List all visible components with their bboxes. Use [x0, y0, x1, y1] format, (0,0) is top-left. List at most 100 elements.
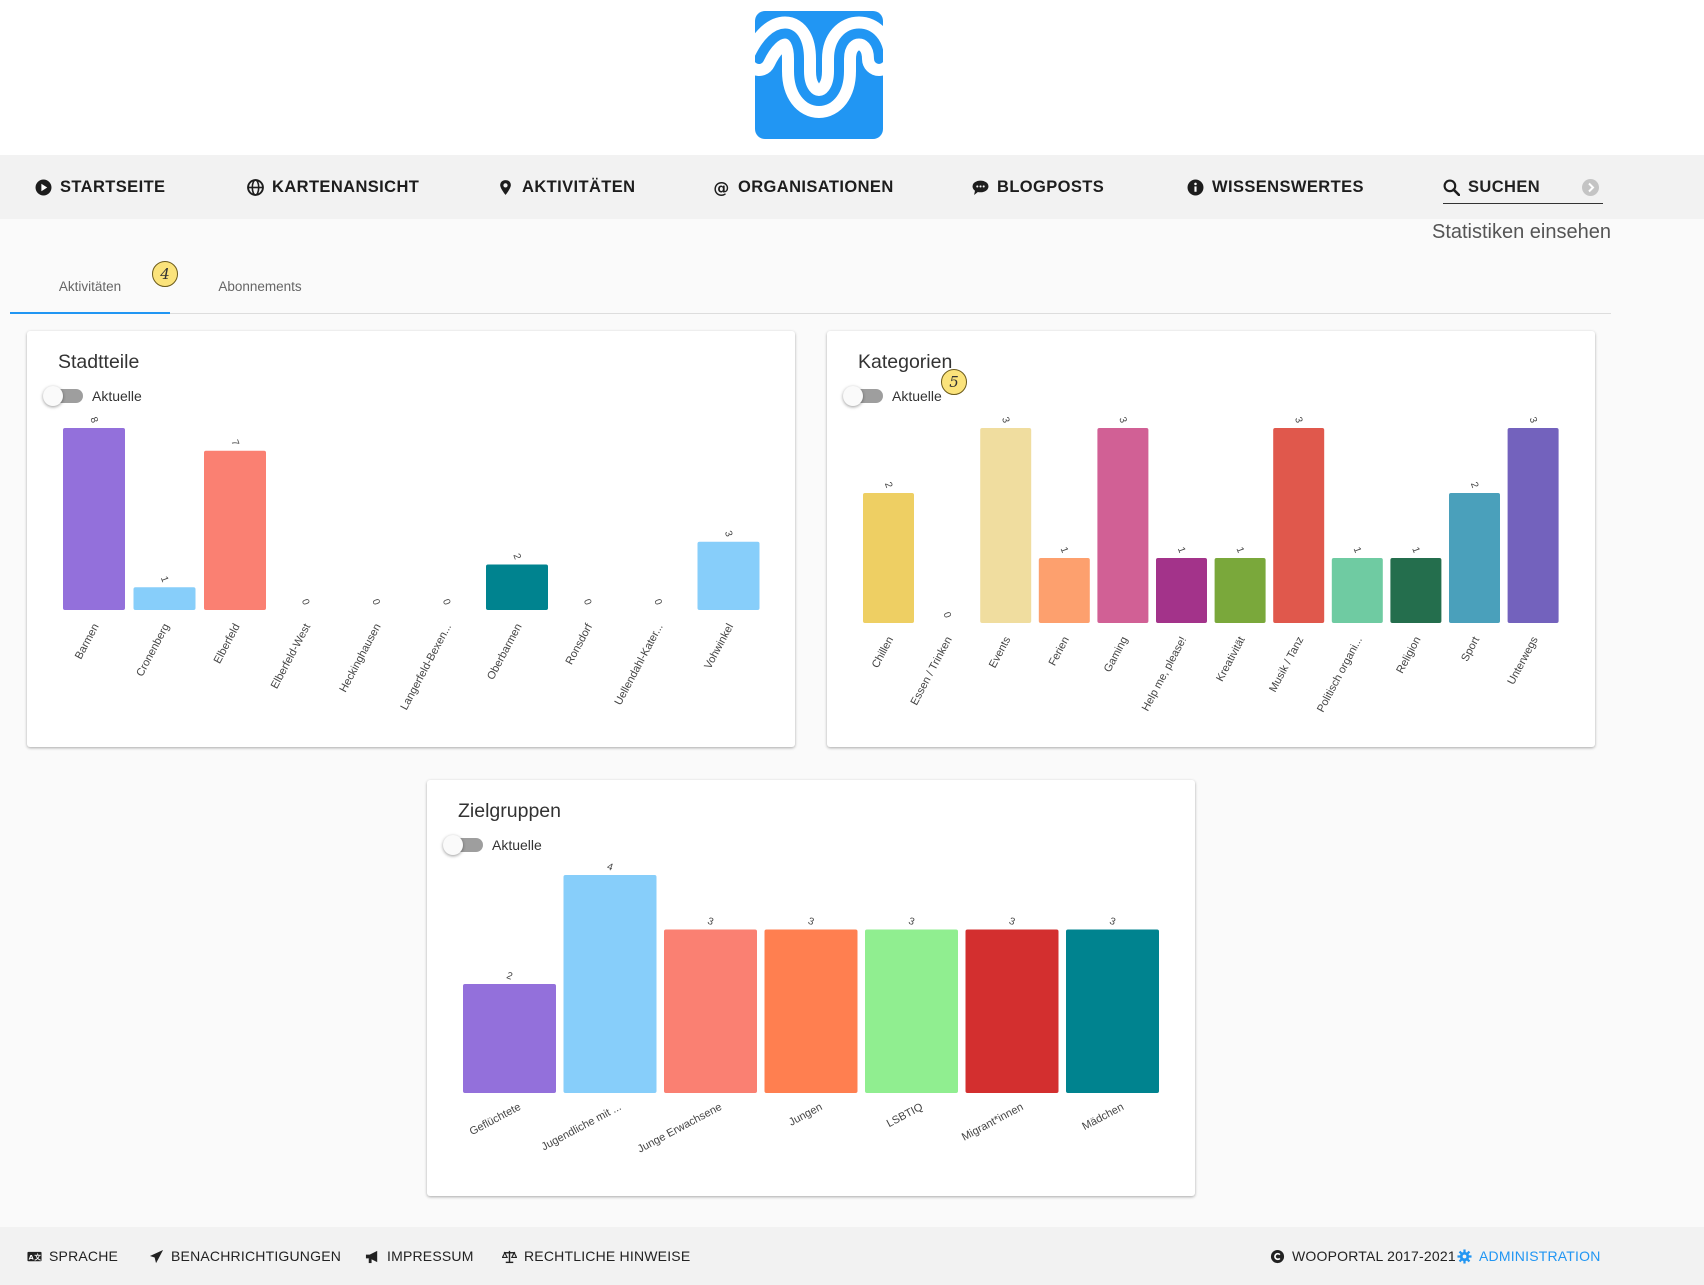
chart-bar[interactable] — [863, 493, 914, 623]
category-tick-label: Events — [987, 634, 1014, 670]
chart-bar[interactable] — [1273, 428, 1325, 623]
footer-rechtliche-hinweise[interactable]: RECHTLICHE HINWEISE — [502, 1227, 690, 1285]
footer-administration[interactable]: ADMINISTRATION — [1457, 1227, 1601, 1285]
tab-abonnements[interactable]: Abonnements — [175, 260, 345, 313]
chart-bar[interactable] — [63, 428, 125, 610]
bar-value-label: 3 — [907, 916, 916, 928]
footer-sprache[interactable]: A文 SPRACHE — [27, 1227, 118, 1285]
chart-bar[interactable] — [1214, 558, 1266, 623]
category-tick-label: Musik / Tanz — [1267, 635, 1306, 694]
bar-value-label: 1 — [1409, 546, 1421, 555]
chart-bar[interactable] — [980, 428, 1032, 623]
page-heading: Statistiken einsehen — [1431, 221, 1611, 243]
nav-label: ORGANISATIONEN — [738, 177, 894, 196]
bar-value-label: 1 — [1175, 546, 1187, 555]
nav-kartenansicht[interactable]: KARTENANSICHT — [247, 155, 419, 219]
category-tick-label: Unterwegs — [1505, 634, 1541, 686]
chart-bar[interactable] — [1331, 558, 1383, 623]
category-tick-label: Cronenberg — [134, 622, 172, 679]
footer: A文 SPRACHE BENACHRICHTIGUNGEN IMPRESSUM … — [0, 1227, 1704, 1285]
bar-value-label: 1 — [1351, 546, 1363, 555]
map-pin-icon — [500, 179, 511, 195]
chart-bar[interactable] — [1449, 493, 1500, 623]
category-tick-label: Geflüchtete — [468, 1101, 523, 1138]
chart-bar[interactable] — [563, 875, 657, 1093]
nav-label: WISSENSWERTES — [1212, 177, 1364, 196]
clear-icon[interactable] — [1582, 179, 1599, 196]
bar-value-label: 3 — [1007, 916, 1016, 928]
wave-logo-icon — [755, 16, 883, 118]
nav-aktivitaeten[interactable]: AKTIVITÄTEN — [497, 155, 635, 219]
category-tick-label: Heckinghausen — [337, 622, 383, 695]
step-badge: 4 — [152, 261, 178, 287]
footer-impressum[interactable]: IMPRESSUM — [365, 1227, 474, 1285]
bar-value-label: 1 — [1234, 546, 1246, 555]
chart-bar[interactable] — [1038, 558, 1090, 623]
kategorien-card: Kategorien Aktuelle 2 Chillen 0 Essen / Tri… — [827, 331, 1595, 747]
play-circle-icon — [35, 179, 52, 195]
chart-bar[interactable] — [463, 984, 556, 1093]
category-tick-label: Religion — [1394, 635, 1423, 676]
footer-label: RECHTLICHE HINWEISE — [524, 1248, 691, 1264]
bar-value-label: 3 — [1108, 916, 1117, 928]
zielgruppen-card: Zielgruppen Aktuelle 2 Geflüchtete 4 Jugend… — [427, 780, 1195, 1196]
nav-blogposts[interactable]: BLOGPOSTS — [972, 155, 1104, 219]
bar-value-label: 2 — [510, 552, 522, 561]
bar-value-label: 3 — [722, 529, 734, 538]
chart-bar[interactable] — [764, 929, 858, 1094]
nav-organisationen[interactable]: @ ORGANISATIONEN — [713, 155, 894, 219]
chart-bar[interactable] — [965, 929, 1059, 1094]
svg-text:文: 文 — [34, 1252, 41, 1261]
footer-label: SPRACHE — [49, 1248, 119, 1264]
chart-bar[interactable] — [697, 541, 760, 610]
nav-startseite[interactable]: STARTSEITE — [35, 155, 165, 219]
bar-value-label: 0 — [440, 598, 452, 607]
search-input[interactable]: SUCHEN — [1443, 171, 1603, 204]
category-tick-label: Jungen — [787, 1101, 825, 1129]
footer-label: IMPRESSUM — [387, 1248, 474, 1264]
kategorien-chart: 2 Chillen 0 Essen / Trinken 3 Events 1 Ferien 3 G… — [863, 416, 1559, 714]
category-tick-label: Langerfeld-Bexen... — [398, 622, 454, 712]
scale-icon — [502, 1250, 517, 1263]
gear-icon — [1457, 1248, 1472, 1264]
bar-value-label: 0 — [651, 598, 663, 607]
category-tick-label: Help me, please! — [1140, 635, 1189, 714]
chart-bar[interactable] — [133, 587, 196, 610]
nav-label: KARTENANSICHT — [272, 177, 420, 196]
footer-benachrichtigungen[interactable]: BENACHRICHTIGUNGEN — [149, 1227, 341, 1285]
stadtteile-chart: 8 Barmen 1 Cronenberg 7 Elberfeld 0 Elberfeld-W… — [63, 416, 760, 712]
chart-bar[interactable] — [1097, 428, 1149, 623]
paper-plane-icon — [149, 1249, 164, 1263]
bar-value-label: 3 — [1527, 416, 1539, 425]
wooportal-logo[interactable] — [755, 11, 883, 139]
category-tick-label: Ronsdorf — [564, 621, 596, 667]
chart-bar[interactable] — [1390, 558, 1442, 623]
bar-value-label: 3 — [1292, 416, 1304, 425]
chart-bar[interactable] — [1066, 929, 1159, 1094]
megaphone-icon — [365, 1250, 378, 1263]
bar-value-label: 0 — [941, 611, 953, 620]
footer-copyright: WOOPORTAL 2017-2021 — [1270, 1227, 1456, 1285]
chart-bar[interactable] — [1156, 558, 1207, 623]
search-label: SUCHEN — [1468, 177, 1541, 196]
svg-text:@: @ — [713, 179, 729, 196]
tab-aktivitaeten[interactable]: Aktivitäten — [10, 260, 170, 314]
nav-label: STARTSEITE — [60, 177, 166, 196]
category-tick-label: Essen / Trinken — [909, 635, 955, 708]
bar-value-label: 3 — [706, 916, 715, 928]
bar-value-label: 1 — [1058, 546, 1070, 555]
category-tick-label: Sport — [1459, 635, 1482, 664]
stadtteile-card: Stadtteile Aktuelle 8 Barmen 1 Cronenberg 7 E… — [27, 331, 795, 747]
chart-bar[interactable] — [1507, 428, 1559, 623]
nav-wissenswertes[interactable]: WISSENSWERTES — [1187, 155, 1364, 219]
chart-bar[interactable] — [664, 929, 757, 1094]
category-tick-label: Vohwinkel — [702, 622, 736, 671]
chart-bar[interactable] — [865, 929, 958, 1094]
zielgruppen-chart: 2 Geflüchtete 4 Jugendliche mit ... 3 Junge E… — [463, 861, 1159, 1156]
category-tick-label: Kreativität — [1214, 635, 1248, 684]
chart-bar[interactable] — [204, 450, 266, 610]
category-tick-label: Chillen — [870, 635, 896, 670]
chart-bar[interactable] — [486, 564, 548, 611]
category-tick-label: Ferien — [1047, 635, 1072, 668]
info-icon — [1187, 179, 1204, 195]
